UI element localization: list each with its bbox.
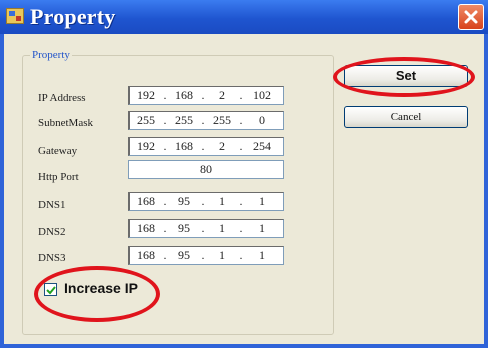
ip-octet-2: 168 (175, 88, 193, 102)
dns2-octet-2: 95 (178, 221, 190, 235)
ip-dot: . (201, 113, 205, 127)
ip-dot: . (239, 139, 243, 153)
gateway-octet-3: 2 (219, 139, 225, 153)
gateway-label: Gateway (38, 145, 78, 157)
ip-dot: . (163, 194, 167, 208)
ip-octet-1: 192 (137, 88, 155, 102)
ip-dot: . (239, 248, 243, 262)
gateway-octet-1: 192 (137, 139, 155, 153)
ip-dot: . (163, 88, 167, 102)
dns3-octet-1: 168 (137, 248, 155, 262)
checkmark-icon (46, 286, 56, 295)
ip-dot: . (163, 113, 167, 127)
dns3-input[interactable]: 168 . 95 . 1 . 1 (128, 246, 284, 265)
subnet-octet-1: 255 (137, 113, 155, 127)
title-bar[interactable]: Property (0, 0, 488, 34)
ip-dot: . (201, 194, 205, 208)
ip-dot: . (201, 221, 205, 235)
dns3-octet-3: 1 (219, 248, 225, 262)
ip-octet-4: 102 (253, 88, 271, 102)
ip-address-input[interactable]: 192 . 168 . 2 . 102 (128, 86, 284, 105)
subnet-octet-4: 0 (259, 113, 265, 127)
gateway-input[interactable]: 192 . 168 . 2 . 254 (128, 137, 284, 156)
close-button[interactable] (458, 4, 484, 30)
ip-dot: . (201, 139, 205, 153)
dns1-label: DNS1 (38, 199, 66, 211)
cancel-button[interactable]: Cancel (344, 106, 468, 128)
http-port-label: Http Port (38, 171, 79, 183)
dns1-octet-2: 95 (178, 194, 190, 208)
window-app-icon (6, 8, 24, 24)
set-button[interactable]: Set (344, 65, 468, 87)
ip-octet-3: 2 (219, 88, 225, 102)
dns1-octet-4: 1 (259, 194, 265, 208)
gateway-octet-2: 168 (175, 139, 193, 153)
ip-dot: . (239, 113, 243, 127)
increase-ip-label: Increase IP (64, 280, 138, 296)
ip-dot: . (239, 194, 243, 208)
subnet-mask-label: SubnetMask (38, 117, 93, 129)
ip-address-label: IP Address (38, 92, 86, 104)
dns2-label: DNS2 (38, 226, 66, 238)
dns2-octet-1: 168 (137, 221, 155, 235)
subnet-octet-2: 255 (175, 113, 193, 127)
close-icon (464, 10, 478, 24)
subnet-octet-3: 255 (213, 113, 231, 127)
ip-dot: . (163, 221, 167, 235)
dns2-octet-4: 1 (259, 221, 265, 235)
window-title: Property (30, 4, 116, 29)
group-label: Property (30, 49, 72, 61)
ip-dot: . (163, 139, 167, 153)
ip-dot: . (201, 248, 205, 262)
dns2-octet-3: 1 (219, 221, 225, 235)
dns3-label: DNS3 (38, 252, 66, 264)
http-port-input[interactable]: 80 (128, 160, 284, 179)
ip-dot: . (163, 248, 167, 262)
dns3-octet-4: 1 (259, 248, 265, 262)
gateway-octet-4: 254 (253, 139, 271, 153)
ip-dot: . (201, 88, 205, 102)
dns3-octet-2: 95 (178, 248, 190, 262)
dns1-octet-1: 168 (137, 194, 155, 208)
dns1-input[interactable]: 168 . 95 . 1 . 1 (128, 192, 284, 211)
ip-dot: . (239, 88, 243, 102)
dns1-octet-3: 1 (219, 194, 225, 208)
increase-ip-checkbox[interactable] (44, 283, 57, 296)
ip-dot: . (239, 221, 243, 235)
dns2-input[interactable]: 168 . 95 . 1 . 1 (128, 219, 284, 238)
subnet-mask-input[interactable]: 255 . 255 . 255 . 0 (128, 111, 284, 130)
